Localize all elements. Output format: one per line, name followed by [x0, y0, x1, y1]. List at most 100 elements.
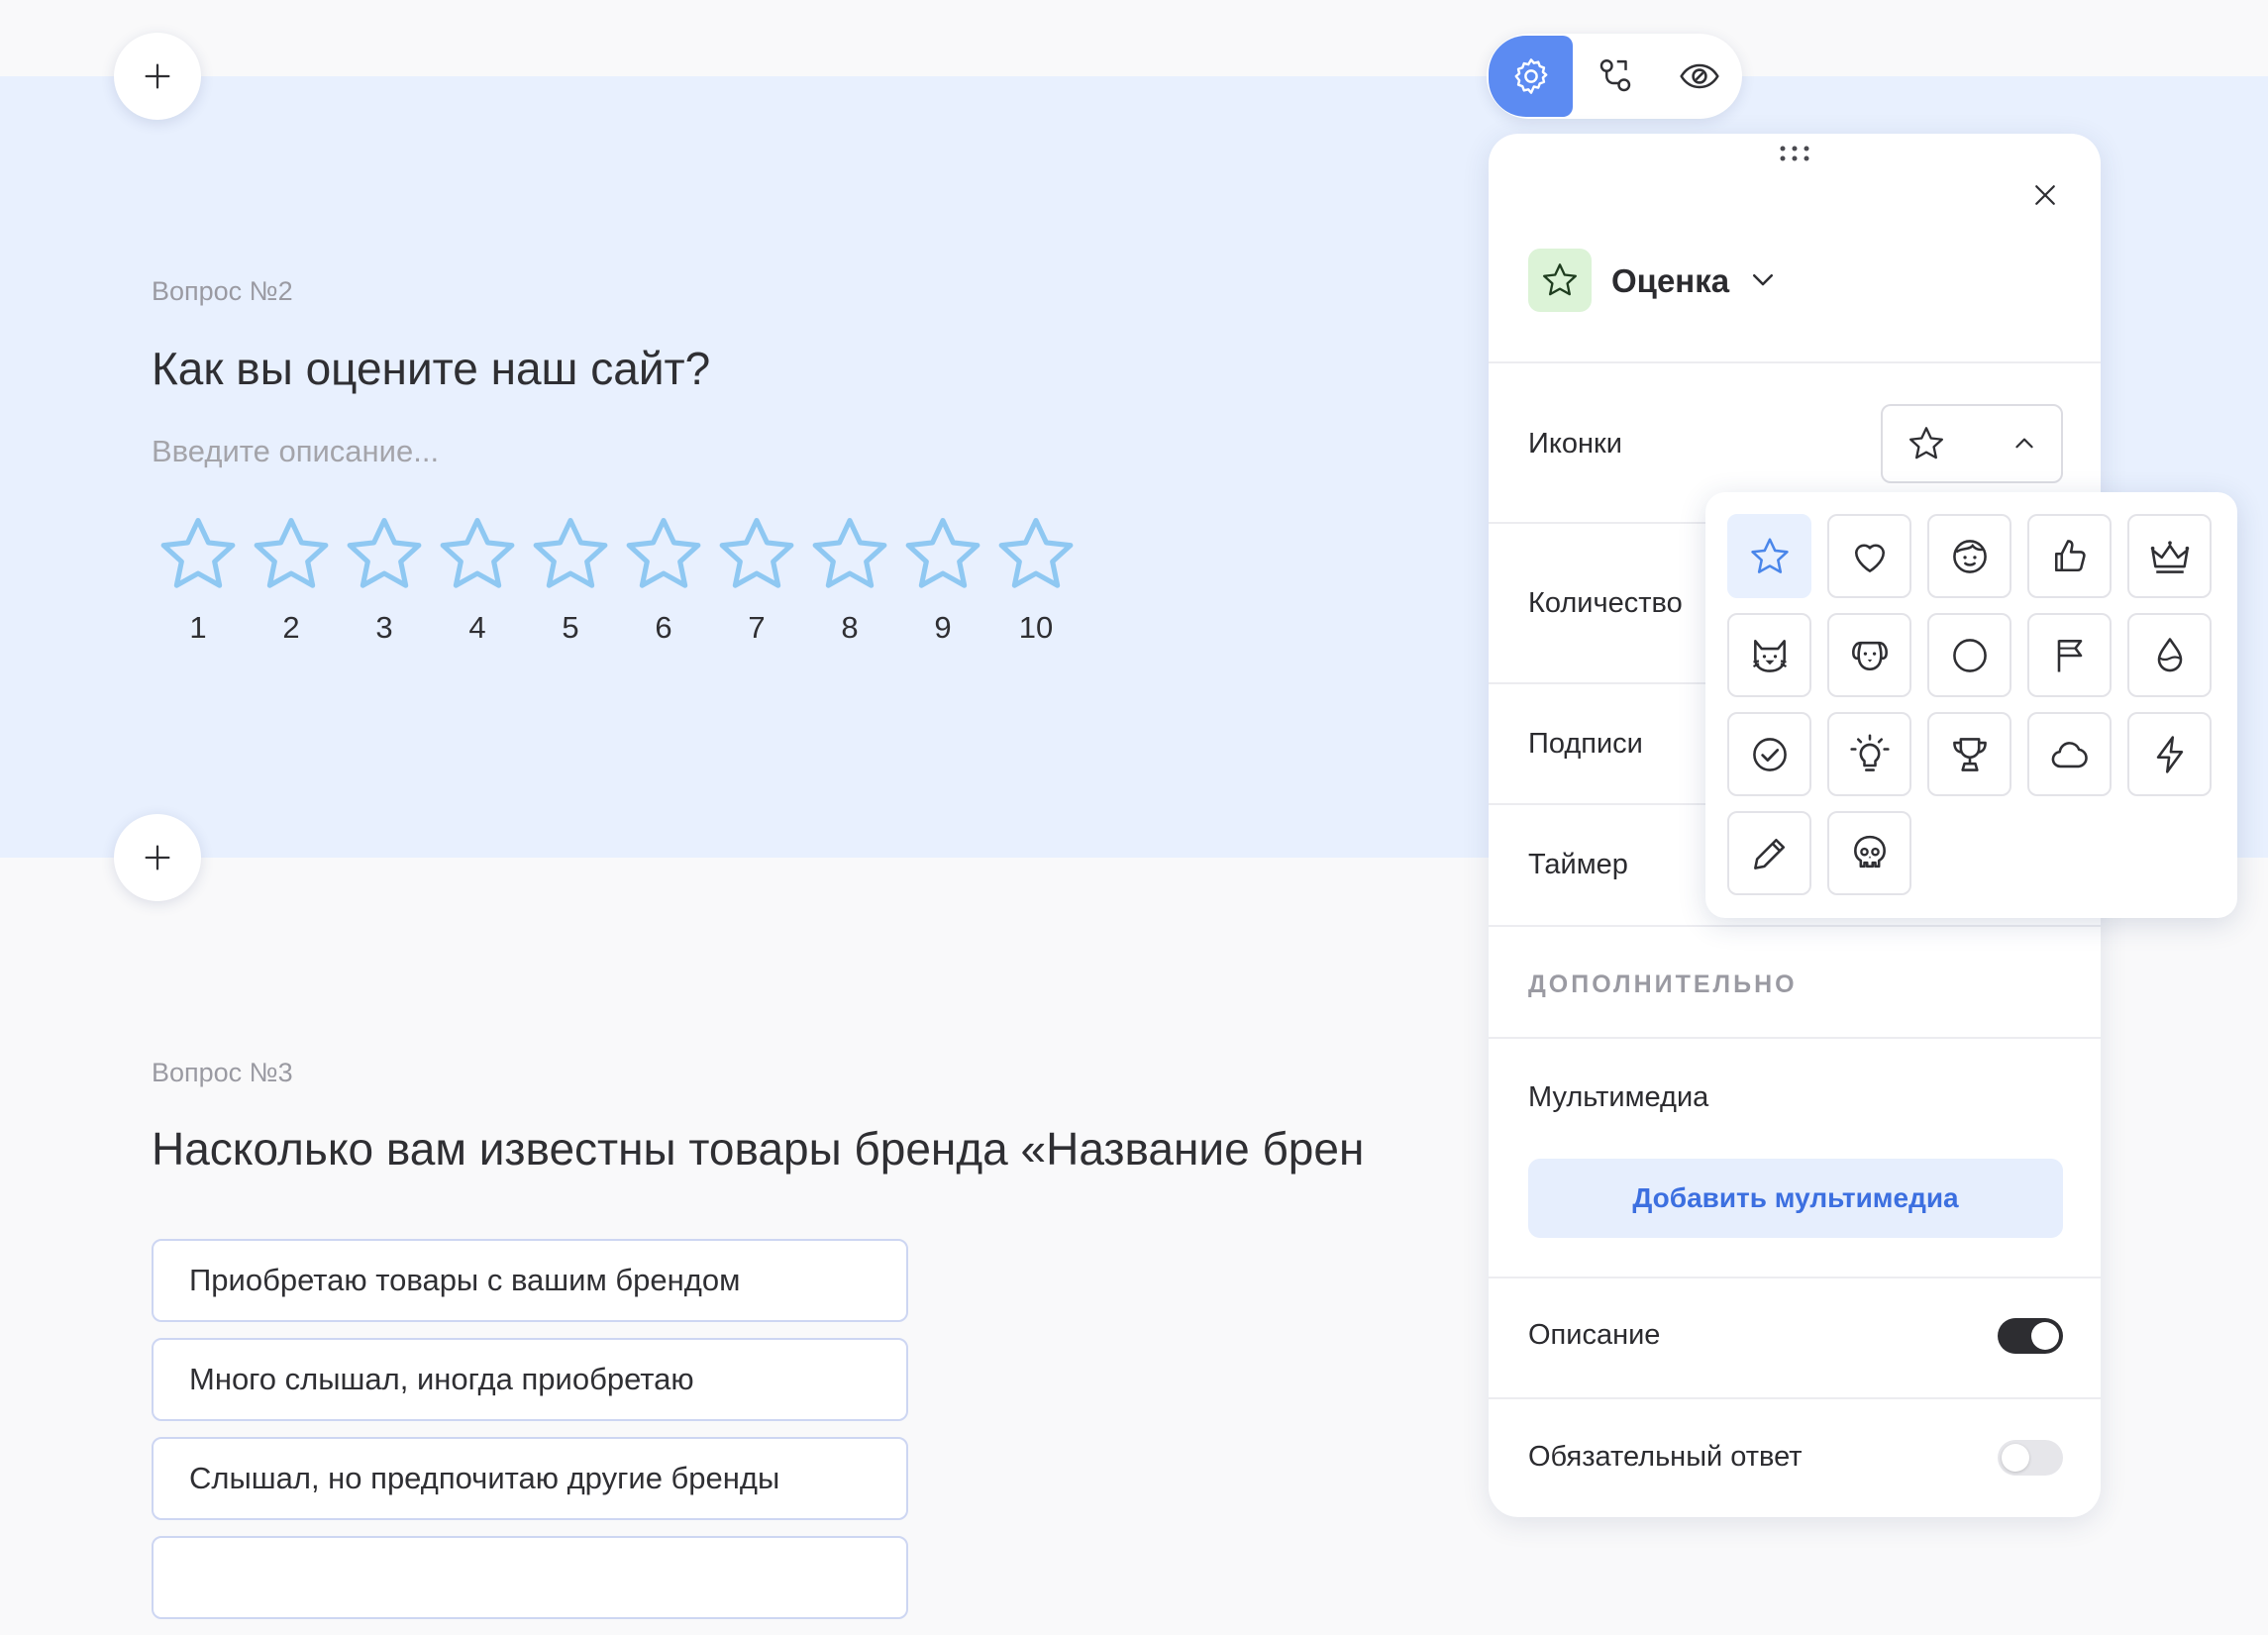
question-type-label[interactable]: Оценка — [1611, 262, 1729, 300]
divider — [1489, 1397, 2101, 1399]
heart-icon — [1848, 535, 1892, 578]
icon-option-pencil[interactable] — [1727, 811, 1811, 895]
icon-option-trophy[interactable] — [1927, 712, 2011, 796]
star-icon — [1748, 535, 1792, 578]
skull-icon — [1848, 832, 1892, 875]
icon-option-flag[interactable] — [2027, 613, 2112, 697]
dog-icon — [1848, 634, 1892, 677]
labels-label: Подписи — [1528, 728, 1643, 760]
star-icon — [620, 511, 707, 598]
rating-star-label: 3 — [375, 610, 393, 645]
drop-icon — [2148, 634, 2192, 677]
chevron-down-icon[interactable] — [1748, 264, 1778, 294]
rating-star-label: 6 — [655, 610, 672, 645]
icon-option-heart[interactable] — [1827, 514, 1911, 598]
icon-option-skull[interactable] — [1827, 811, 1911, 895]
rating-star-9[interactable]: 9 — [896, 511, 989, 646]
icon-option-lightbulb[interactable] — [1827, 712, 1911, 796]
icon-option-cat[interactable] — [1727, 613, 1811, 697]
divider — [1489, 1037, 2101, 1039]
star-icon — [341, 511, 428, 598]
rating-star-3[interactable]: 3 — [338, 511, 431, 646]
rating-star-label: 5 — [562, 610, 579, 645]
preview-tab-button[interactable] — [1657, 36, 1741, 117]
settings-tab-button[interactable] — [1489, 36, 1573, 117]
rating-star-1[interactable]: 1 — [152, 511, 245, 646]
star-icon — [713, 511, 800, 598]
rating-star-label: 7 — [748, 610, 766, 645]
icon-option-thumbs-up[interactable] — [2027, 514, 2112, 598]
chevron-up-icon — [2015, 438, 2033, 449]
rating-star-10[interactable]: 10 — [989, 511, 1082, 646]
drag-handle-icon[interactable] — [1778, 144, 1811, 163]
icon-option-face[interactable] — [1927, 514, 2011, 598]
icon-option-star[interactable] — [1727, 514, 1811, 598]
multimedia-label: Мультимедиа — [1528, 1081, 1709, 1113]
rating-star-2[interactable]: 2 — [245, 511, 338, 646]
icon-picker-popup — [1705, 492, 2237, 918]
section-extra-heading: ДОПОЛНИТЕЛЬНО — [1528, 971, 1798, 998]
eye-preview-icon — [1679, 63, 1719, 89]
answer-option-4[interactable] — [152, 1536, 908, 1619]
icon-option-circle[interactable] — [1927, 613, 2011, 697]
required-answer-label: Обязательный ответ — [1528, 1441, 1803, 1473]
divider — [1489, 361, 2101, 363]
answer-option-1[interactable]: Приобретаю товары с вашим брендом — [152, 1239, 908, 1322]
rating-star-6[interactable]: 6 — [617, 511, 710, 646]
lightbulb-icon — [1848, 733, 1892, 776]
add-question-button-top[interactable] — [114, 33, 201, 120]
description-toggle[interactable] — [1998, 1318, 2063, 1354]
required-answer-toggle[interactable] — [1998, 1440, 2063, 1476]
count-label: Количество — [1528, 587, 1683, 619]
icon-option-crown[interactable] — [2127, 514, 2212, 598]
icon-select-dropdown[interactable] — [1881, 404, 2063, 483]
plus-icon — [145, 845, 170, 870]
lightning-icon — [2148, 733, 2192, 776]
question-2-description-placeholder[interactable]: Введите описание... — [152, 434, 439, 469]
answer-option-3[interactable]: Слышал, но предпочитаю другие бренды — [152, 1437, 908, 1520]
star-icon — [1540, 260, 1580, 300]
check-circle-icon — [1748, 733, 1792, 776]
timer-label: Таймер — [1528, 849, 1628, 880]
description-label: Описание — [1528, 1319, 1661, 1351]
rating-star-7[interactable]: 7 — [710, 511, 803, 646]
star-icon — [248, 511, 335, 598]
icon-option-drop[interactable] — [2127, 613, 2212, 697]
answer-option-2[interactable]: Много слышал, иногда приобретаю — [152, 1338, 908, 1421]
rating-star-label: 4 — [468, 610, 486, 645]
question-2-number: Вопрос №2 — [152, 276, 293, 306]
rating-star-label: 10 — [1018, 610, 1054, 645]
add-question-button-bottom[interactable] — [114, 814, 201, 901]
close-panel-button[interactable] — [2023, 173, 2067, 217]
rating-star-5[interactable]: 5 — [524, 511, 617, 646]
icon-option-check-circle[interactable] — [1727, 712, 1811, 796]
close-icon — [2035, 185, 2055, 205]
question-toolbar — [1487, 34, 1742, 119]
star-icon — [992, 511, 1080, 598]
icon-option-lightning[interactable] — [2127, 712, 2212, 796]
add-multimedia-button[interactable]: Добавить мультимедиа — [1528, 1159, 2063, 1238]
rating-stars: 1 2 3 4 5 6 7 8 9 10 — [152, 511, 1082, 646]
thumbs-up-icon — [2048, 535, 2092, 578]
rating-star-label: 8 — [841, 610, 859, 645]
cat-icon — [1748, 634, 1792, 677]
crown-icon — [2148, 535, 2192, 578]
circle-icon — [1948, 634, 1992, 677]
plus-icon — [145, 63, 170, 89]
logic-tab-button[interactable] — [1573, 36, 1657, 117]
icon-option-dog[interactable] — [1827, 613, 1911, 697]
face-icon — [1948, 535, 1992, 578]
star-icon — [806, 511, 893, 598]
rating-star-8[interactable]: 8 — [803, 511, 896, 646]
star-icon — [155, 511, 242, 598]
logic-branch-icon — [1599, 59, 1630, 92]
question-3-title[interactable]: Насколько вам известны товары бренда «На… — [152, 1122, 1487, 1175]
icons-label: Иконки — [1528, 428, 1622, 460]
flag-icon — [2048, 634, 2092, 677]
star-icon — [1907, 424, 1946, 463]
question-2-title[interactable]: Как вы оцените наш сайт? — [152, 342, 710, 395]
rating-star-4[interactable]: 4 — [431, 511, 524, 646]
icon-option-cloud[interactable] — [2027, 712, 2112, 796]
cloud-icon — [2048, 733, 2092, 776]
question-3-number: Вопрос №3 — [152, 1058, 293, 1087]
